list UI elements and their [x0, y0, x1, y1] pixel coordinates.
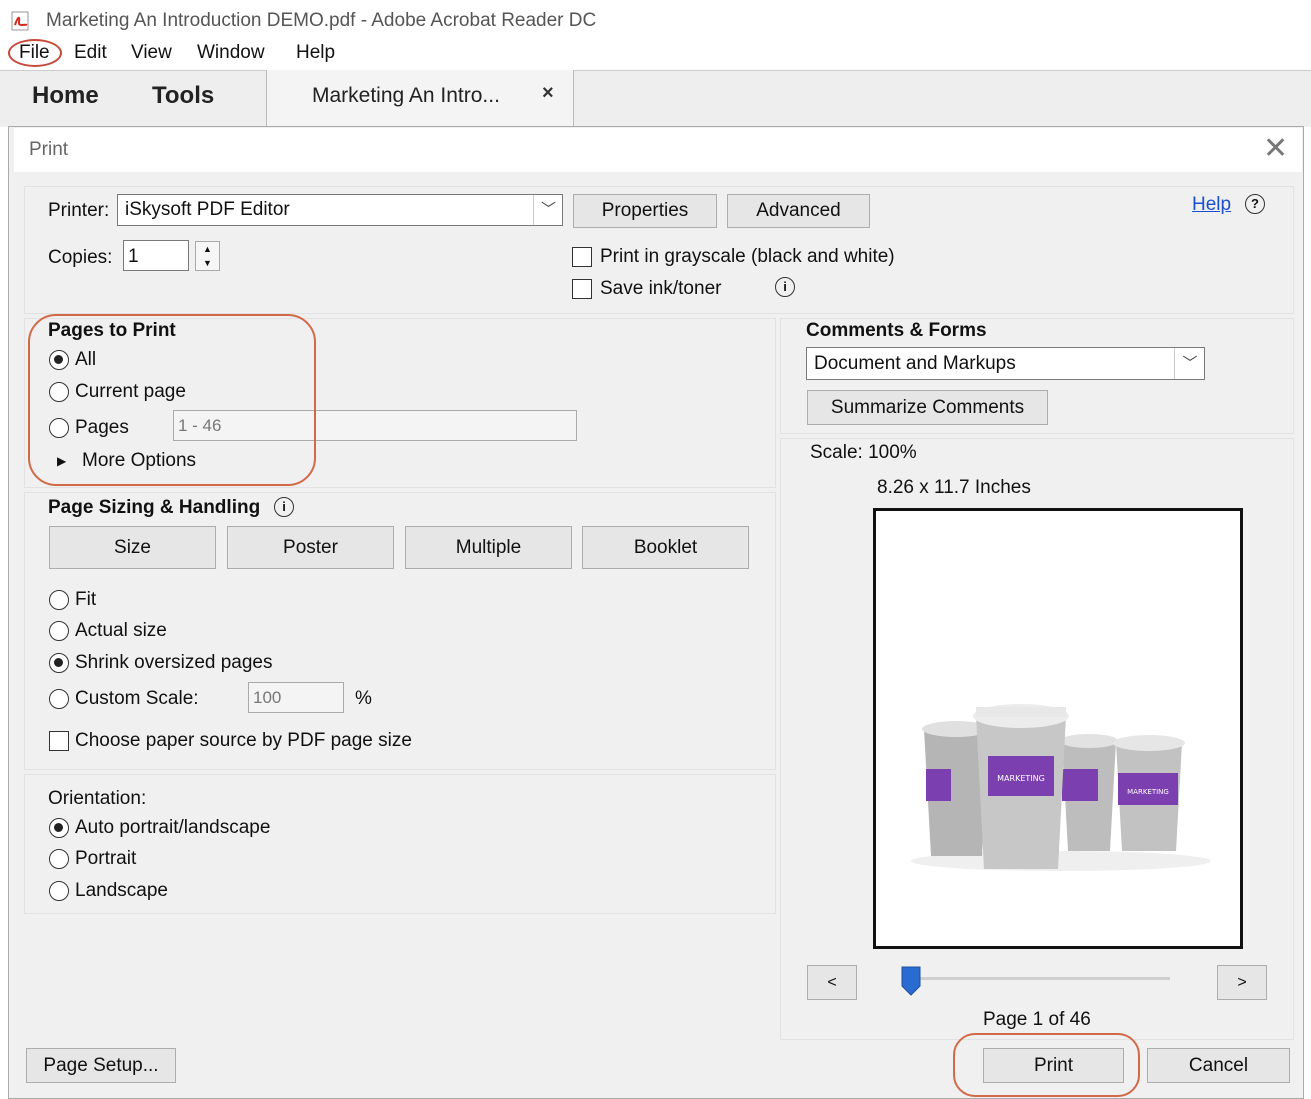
dialog-title: Print — [29, 139, 69, 160]
chevron-down-icon[interactable]: ﹀ — [533, 195, 563, 225]
file-highlight-circle — [8, 39, 62, 67]
cups-image: MARKETING MARKETING — [911, 704, 1211, 871]
grayscale-checkbox[interactable] — [572, 247, 592, 267]
close-tab-icon[interactable]: × — [542, 82, 554, 105]
cup-label: MARKETING — [997, 774, 1045, 783]
orientation-heading: Orientation: — [48, 788, 147, 809]
page-slider-track[interactable] — [904, 977, 1170, 980]
copies-value: 1 — [128, 246, 139, 267]
tab-home[interactable]: Home — [32, 82, 99, 110]
actual-size-label: Actual size — [75, 620, 167, 641]
help-link[interactable]: Help — [1192, 194, 1231, 216]
printer-value: iSkysoft PDF Editor — [125, 199, 290, 220]
print-highlight-oval — [953, 1033, 1140, 1097]
page-size-label: 8.26 x 11.7 Inches — [877, 477, 1031, 498]
radio-landscape[interactable] — [49, 881, 69, 901]
page-slider-thumb[interactable] — [901, 966, 921, 996]
prev-page-button[interactable]: < — [807, 965, 857, 1000]
cancel-button[interactable]: Cancel — [1147, 1048, 1290, 1083]
menu-help[interactable]: Help — [296, 42, 335, 64]
radio-shrink[interactable] — [49, 653, 69, 673]
copies-stepper[interactable]: ▲ ▼ — [195, 241, 220, 271]
paper-source-checkbox[interactable] — [49, 731, 69, 751]
cup-label: MARKETING — [1127, 788, 1169, 796]
tab-poster[interactable]: Poster — [227, 526, 394, 569]
save-ink-label: Save ink/toner — [600, 278, 722, 299]
pages-highlight-oval — [28, 314, 316, 486]
acrobat-app-icon — [11, 11, 29, 31]
info-icon[interactable]: i — [775, 277, 795, 297]
paper-source-label: Choose paper source by PDF page size — [75, 730, 412, 751]
radio-portrait[interactable] — [49, 849, 69, 869]
tab-multiple[interactable]: Multiple — [405, 526, 572, 569]
next-page-button[interactable]: > — [1217, 965, 1267, 1000]
page-sizing-heading: Page Sizing & Handling — [48, 497, 261, 518]
scale-label: Scale: 100% — [810, 442, 917, 463]
stepper-down-icon[interactable]: ▼ — [196, 256, 219, 270]
menu-edit[interactable]: Edit — [74, 42, 107, 64]
auto-orientation-label: Auto portrait/landscape — [75, 817, 271, 838]
custom-scale-label: Custom Scale: — [75, 688, 199, 709]
chevron-down-icon[interactable]: ﹀ — [1174, 348, 1205, 379]
tab-tools[interactable]: Tools — [152, 82, 214, 110]
tab-size[interactable]: Size — [49, 526, 216, 569]
properties-button[interactable]: Properties — [573, 194, 717, 228]
advanced-button[interactable]: Advanced — [727, 194, 870, 228]
shrink-label: Shrink oversized pages — [75, 652, 273, 673]
copies-label: Copies: — [48, 247, 113, 268]
document-tab-label: Marketing An Intro... — [312, 84, 500, 107]
radio-fit[interactable] — [49, 590, 69, 610]
page-setup-button[interactable]: Page Setup... — [26, 1048, 176, 1083]
menu-view[interactable]: View — [131, 42, 172, 64]
comments-forms-heading: Comments & Forms — [806, 320, 987, 341]
custom-scale-value: 100 — [253, 688, 282, 707]
radio-custom-scale[interactable] — [49, 689, 69, 709]
help-question-icon[interactable]: ? — [1245, 194, 1265, 214]
summarize-comments-button[interactable]: Summarize Comments — [807, 390, 1048, 425]
comments-forms-value: Document and Markups — [814, 353, 1016, 374]
window-title: Marketing An Introduction DEMO.pdf - Ado… — [46, 10, 597, 31]
portrait-label: Portrait — [75, 848, 137, 869]
page-info: Page 1 of 46 — [983, 1009, 1091, 1030]
info-icon[interactable]: i — [274, 497, 294, 517]
dialog-header — [14, 128, 1302, 172]
fit-label: Fit — [75, 589, 97, 610]
page-preview: MARKETING MARKETING — [873, 508, 1243, 949]
menu-window[interactable]: Window — [197, 42, 265, 64]
grayscale-label: Print in grayscale (black and white) — [600, 246, 895, 267]
printer-label: Printer: — [48, 200, 110, 221]
save-ink-checkbox[interactable] — [572, 279, 592, 299]
percent-label: % — [355, 688, 372, 709]
radio-actual-size[interactable] — [49, 621, 69, 641]
stepper-up-icon[interactable]: ▲ — [196, 242, 219, 256]
dialog-close-icon[interactable]: ✕ — [1263, 134, 1288, 164]
tab-booklet[interactable]: Booklet — [582, 526, 749, 569]
radio-auto-orientation[interactable] — [49, 818, 69, 838]
landscape-label: Landscape — [75, 880, 168, 901]
